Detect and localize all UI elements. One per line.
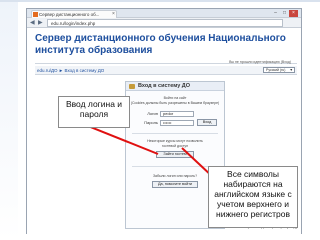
callout-case-sensitive: Все символы набираются на английском язы… (208, 166, 298, 228)
callout-login-password: Ввод логина и пароля (58, 96, 130, 128)
